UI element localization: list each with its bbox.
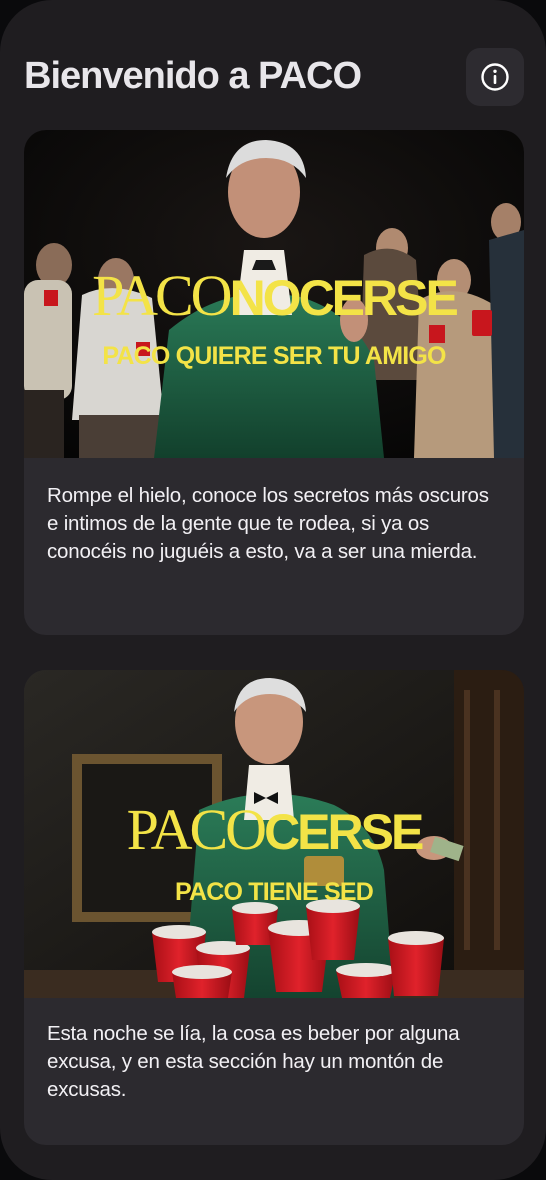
game-tagline: PACO TIENE SED [174,878,374,906]
app-screen: Bienvenido a PACO PACONOCERSE PACO QUIER… [0,0,546,1180]
header: Bienvenido a PACO [24,48,524,106]
info-circle-icon [481,63,509,91]
game-description: Rompe el hielo, conoce los secretos más … [47,484,489,563]
game-description: Esta noche se lía, la cosa es beber por … [47,1022,460,1101]
game-banner-image: PACOCERSE PACO TIENE SED [24,670,524,998]
game-tagline: PACO QUIERE SER TU AMIGO [102,342,446,370]
game-card-paconocerse[interactable]: PACONOCERSE PACO QUIERE SER TU AMIGO Rom… [24,130,524,635]
game-banner-image: PACONOCERSE PACO QUIERE SER TU AMIGO [24,130,524,458]
info-button[interactable] [466,48,524,106]
game-logo: PACONOCERSE [92,263,459,328]
game-card-pacocerse[interactable]: PACOCERSE PACO TIENE SED Esta noche se l… [24,670,524,1145]
page-title: Bienvenido a PACO [24,55,362,97]
game-logo: PACOCERSE [126,797,425,862]
